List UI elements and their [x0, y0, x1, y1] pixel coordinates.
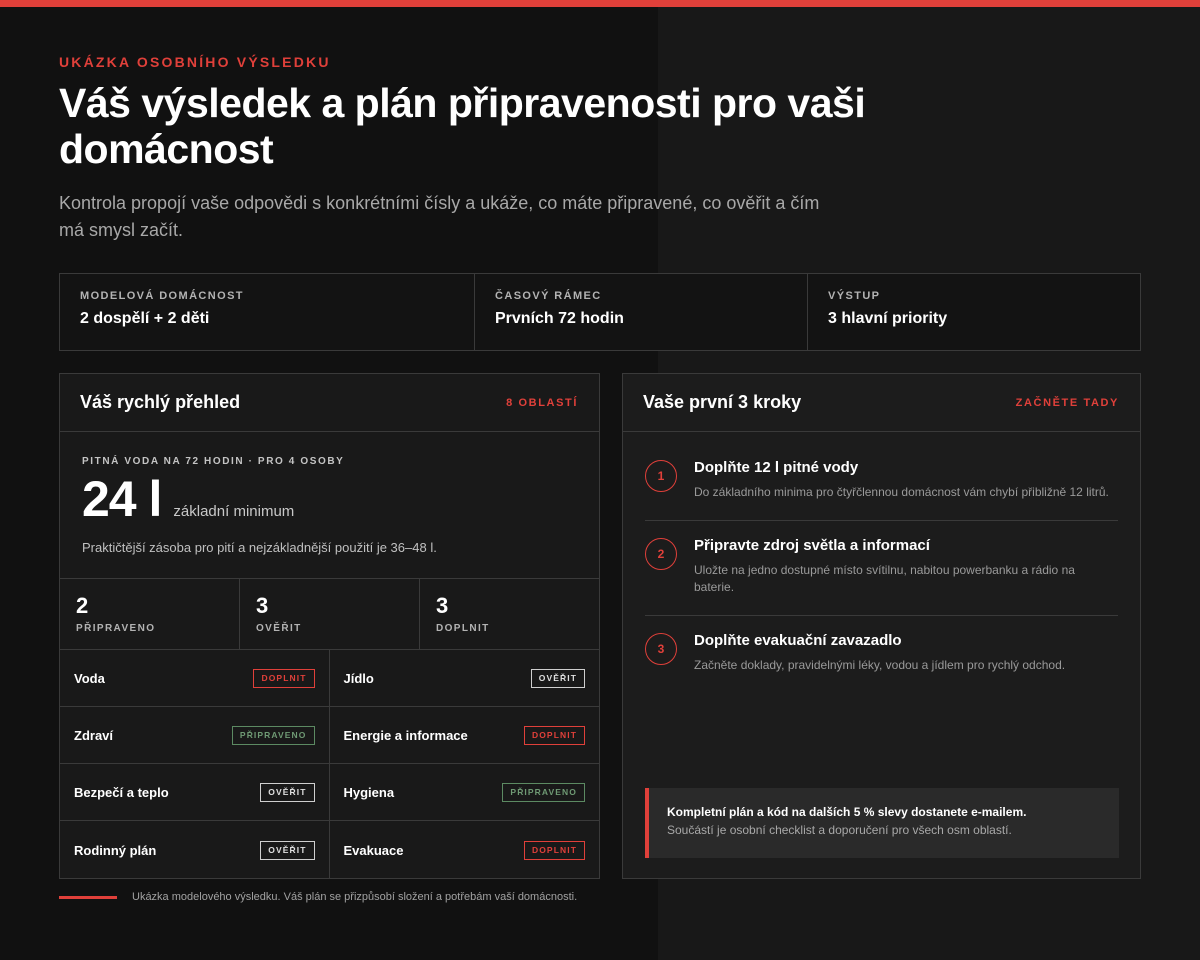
overview-header: Váš rychlý přehled 8 OBLASTÍ	[60, 374, 599, 432]
meta-value: 2 dospělí + 2 děti	[80, 310, 210, 327]
eyebrow: UKÁZKA OSOBNÍHO VÝSLEDKU	[59, 54, 331, 70]
meta-value: 3 hlavní priority	[828, 310, 948, 327]
footnote: Ukázka modelového výsledku. Váš plán se …	[59, 891, 577, 903]
step-number: 2	[645, 538, 677, 570]
page-subtitle: Kontrola propojí vaše odpovědi s konkrét…	[59, 193, 820, 240]
area-item-food: Jídlo OVĚŘIT	[329, 650, 599, 707]
page-title: Váš výsledek a plán připravenosti pro va…	[59, 80, 866, 172]
email-promo-box: Kompletní plán a kód na dalších 5 % slev…	[645, 788, 1119, 858]
area-item-evacuation: Evakuace DOPLNIT	[330, 821, 600, 879]
status-badge: PŘIPRAVENO	[231, 725, 315, 745]
step-text: Do základního minima pro čtyřčlennou dom…	[694, 485, 1109, 499]
status-badge: OVĚŘIT	[260, 840, 315, 860]
steps-title: Vaše první 3 kroky	[643, 392, 802, 412]
water-note: Praktičtější zásoba pro pití a nejzáklad…	[82, 540, 437, 555]
status-badge: PŘIPRAVENO	[502, 782, 585, 802]
area-name: Jídlo	[343, 670, 374, 686]
area-item-water: Voda DOPLNIT	[60, 650, 330, 707]
stat-label: DOPLNIT	[436, 623, 490, 634]
meta-output: VÝSTUP 3 hlavní priority	[808, 274, 1140, 350]
area-item-safety: Bezpečí a teplo OVĚŘIT	[60, 764, 330, 821]
step-body: Doplňte evakuační zavazadlo Začněte dokl…	[694, 632, 1114, 674]
step-number: 3	[645, 633, 677, 665]
meta-household: MODELOVÁ DOMÁCNOST 2 dospělí + 2 děti	[60, 274, 475, 350]
step-item: 3 Doplňte evakuační zavazadlo Začněte do…	[645, 616, 1118, 693]
area-item-family-plan: Rodinný plán OVĚŘIT	[60, 821, 330, 879]
meta-label: ČASOVÝ RÁMEC	[495, 290, 602, 302]
step-item: 1 Doplňte 12 l pitné vody Do základního …	[645, 432, 1118, 521]
water-amount-caption: základní minimum	[173, 503, 295, 520]
start-here-tag: ZAČNĚTE TADY	[1015, 396, 1119, 409]
water-amount: 24 l	[82, 471, 162, 527]
meta-label: MODELOVÁ DOMÁCNOST	[80, 290, 244, 302]
first-steps-card: Vaše první 3 kroky ZAČNĚTE TADY 1 Doplňt…	[622, 373, 1141, 879]
stat-verify: 3 OVĚŘIT	[240, 579, 420, 649]
step-item: 2 Připravte zdroj světla a informací Ulo…	[645, 521, 1118, 616]
water-amount-row: 24 l základní minimum	[82, 471, 577, 527]
stat-ready: 2 PŘIPRAVENO	[60, 579, 240, 649]
step-body: Doplňte 12 l pitné vody Do základního mi…	[694, 459, 1114, 501]
water-summary: PITNÁ VODA NA 72 HODIN · PRO 4 OSOBY 24 …	[60, 432, 599, 579]
step-title: Připravte zdroj světla a informací	[694, 537, 930, 554]
footnote-text: Ukázka modelového výsledku. Váš plán se …	[132, 891, 578, 903]
step-title: Doplňte 12 l pitné vody	[694, 459, 859, 476]
meta-strip: MODELOVÁ DOMÁCNOST 2 dospělí + 2 děti ČA…	[59, 273, 1141, 351]
status-badge: DOPLNIT	[523, 840, 585, 860]
meta-value: Prvních 72 hodin	[495, 310, 624, 327]
area-item-health: Zdraví PŘIPRAVENO	[60, 707, 330, 764]
stat-value: 2	[76, 593, 89, 618]
promo-text: Součástí je osobní checklist a doporučen…	[667, 823, 1012, 837]
promo-headline: Kompletní plán a kód na dalších 5 % slev…	[667, 805, 1027, 819]
step-text: Začněte doklady, pravidelnými léky, vodo…	[694, 658, 1066, 672]
meta-label: VÝSTUP	[828, 290, 881, 302]
page: UKÁZKA OSOBNÍHO VÝSLEDKU Váš výsledek a …	[0, 0, 1200, 960]
stat-value: 3	[436, 593, 449, 618]
meta-timeframe: ČASOVÝ RÁMEC Prvních 72 hodin	[475, 274, 808, 350]
area-name: Hygiena	[343, 784, 395, 800]
step-title: Doplňte evakuační zavazadlo	[694, 632, 902, 649]
status-badge: OVĚŘIT	[530, 668, 585, 688]
steps-list: 1 Doplňte 12 l pitné vody Do základního …	[623, 432, 1140, 693]
overview-title: Váš rychlý přehled	[80, 392, 241, 412]
status-badge: OVĚŘIT	[260, 782, 315, 802]
water-label: PITNÁ VODA NA 72 HODIN · PRO 4 OSOBY	[82, 456, 345, 467]
area-name: Voda	[74, 670, 105, 686]
area-name: Evakuace	[343, 842, 404, 858]
overview-card: Váš rychlý přehled 8 OBLASTÍ PITNÁ VODA …	[59, 373, 600, 879]
area-item-energy: Energie a informace DOPLNIT	[329, 707, 599, 764]
step-text: Uložte na jedno dostupné místo svítilnu,…	[694, 563, 1075, 594]
areas-count-tag: 8 OBLASTÍ	[506, 396, 578, 409]
area-name: Rodinný plán	[74, 842, 157, 858]
status-stats: 2 PŘIPRAVENO 3 OVĚŘIT 3 DOPLNIT	[60, 579, 599, 650]
area-name: Energie a informace	[343, 727, 468, 743]
stat-value: 3	[256, 593, 269, 618]
footnote-accent-line	[59, 895, 117, 899]
stat-label: OVĚŘIT	[256, 623, 302, 634]
status-badge: DOPLNIT	[523, 725, 585, 745]
area-item-hygiene: Hygiena PŘIPRAVENO	[329, 764, 599, 821]
areas-grid: Voda DOPLNIT Jídlo OVĚŘIT Zdraví PŘIPRAV…	[60, 650, 599, 879]
status-badge: DOPLNIT	[253, 668, 315, 688]
area-name: Zdraví	[74, 727, 114, 743]
area-name: Bezpečí a teplo	[74, 784, 169, 800]
stat-fill: 3 DOPLNIT	[420, 579, 599, 649]
step-body: Připravte zdroj světla a informací Uložt…	[694, 537, 1114, 596]
steps-header: Vaše první 3 kroky ZAČNĚTE TADY	[623, 374, 1140, 432]
stat-label: PŘIPRAVENO	[76, 623, 156, 634]
step-number: 1	[645, 460, 677, 492]
